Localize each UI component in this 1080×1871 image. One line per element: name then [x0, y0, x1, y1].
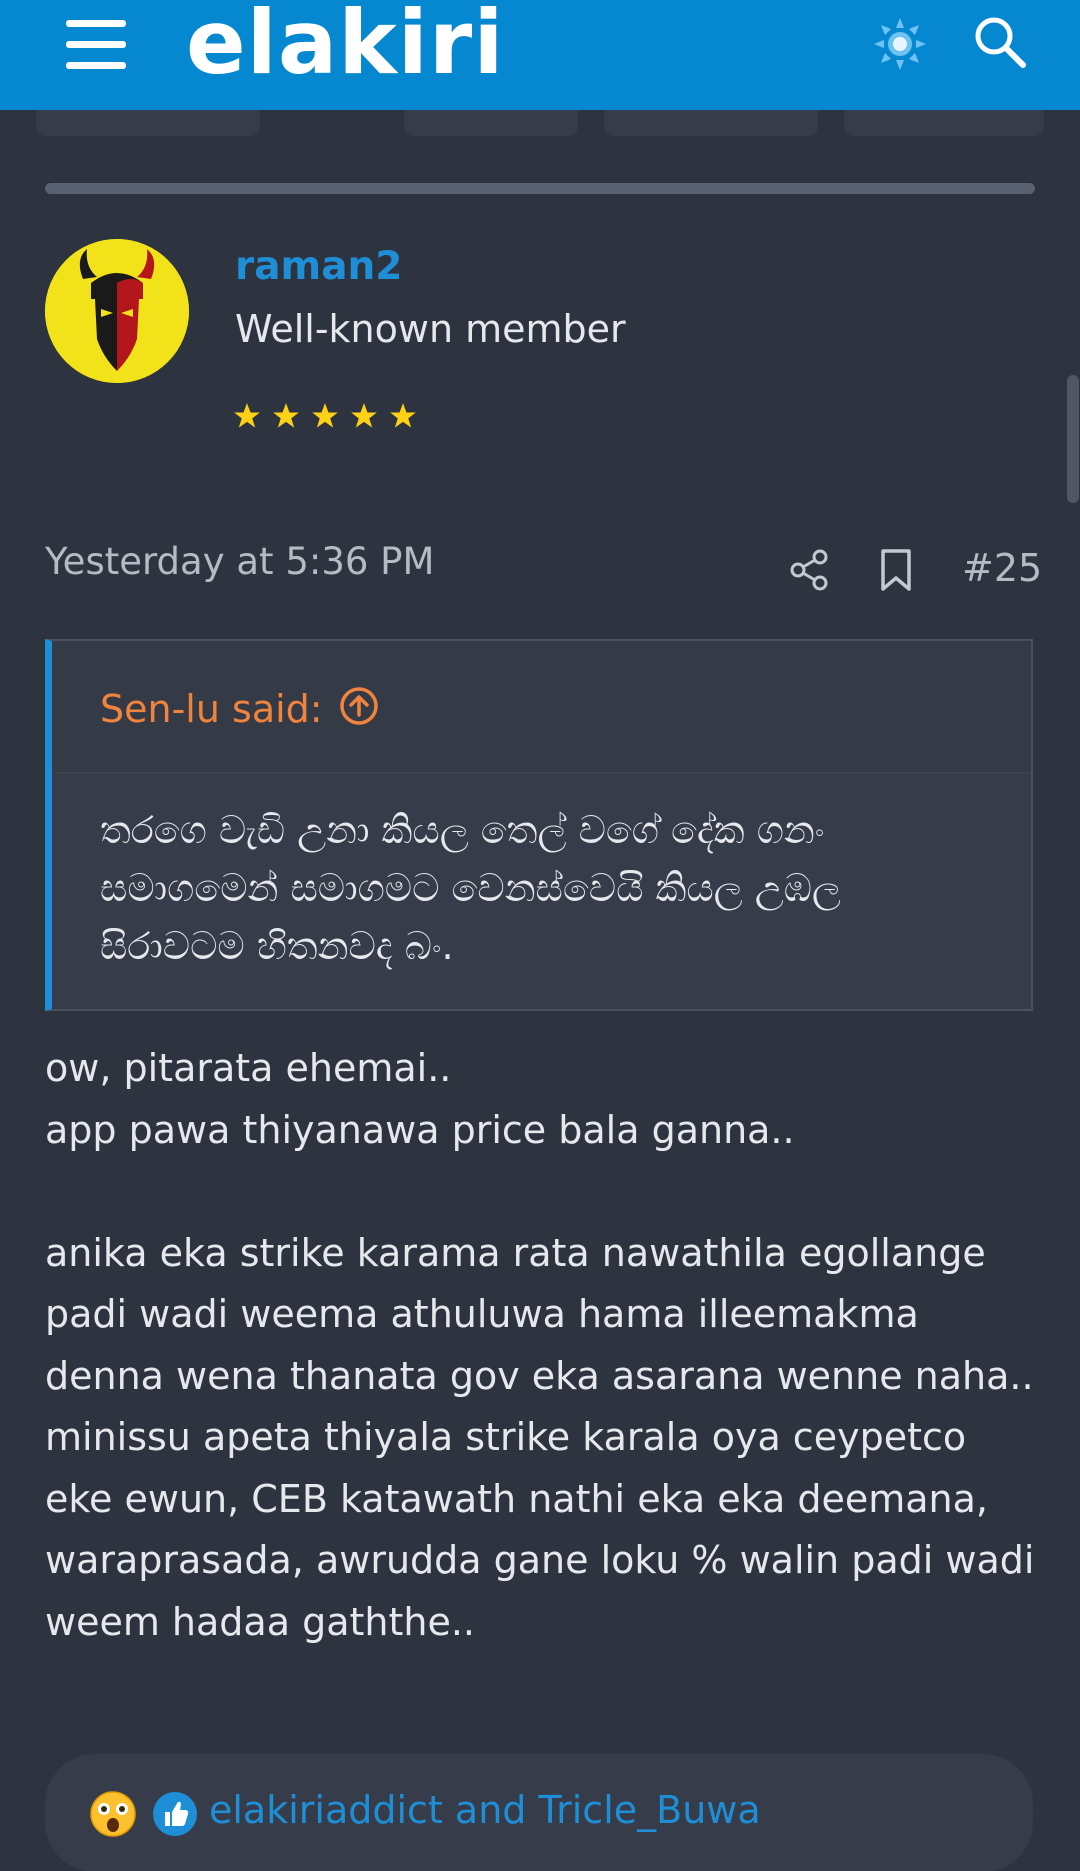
share-icon[interactable] — [788, 548, 832, 592]
post-text-line: ow, pitarata ehemai.. — [45, 1046, 452, 1090]
post-text-line: anika eka strike karama rata nawathila e… — [45, 1230, 1034, 1398]
username-link[interactable]: raman2 — [235, 244, 402, 289]
star-icon — [312, 403, 338, 428]
wow-emoji-icon — [90, 1791, 136, 1837]
post-divider — [45, 183, 1035, 194]
bookmark-icon[interactable] — [876, 548, 916, 592]
post-content: ow, pitarata ehemai.. app pawa thiyanawa… — [45, 1038, 1035, 1653]
quote-author-link[interactable]: Sen-lu said: — [100, 687, 323, 731]
star-icon — [273, 403, 299, 428]
quote-text: තරගෙ වැඩි උනා කියල තෙල් වගේ දේක ගනං සමාග… — [100, 808, 841, 968]
site-header: elakiri — [0, 0, 1080, 110]
post-timestamp[interactable]: Yesterday at 5:36 PM — [45, 540, 434, 583]
post-text-line: minissu apeta thiyala strike karala oya … — [45, 1415, 1035, 1644]
theme-toggle-icon[interactable] — [870, 14, 930, 74]
arrow-up-circle-icon[interactable] — [338, 685, 380, 727]
quote-header: Sen-lu said: — [52, 641, 1031, 773]
search-icon[interactable] — [970, 12, 1030, 72]
user-rating-stars — [233, 402, 417, 430]
reactions-bar[interactable]: elakiriaddict and Tricle_Buwa — [45, 1754, 1033, 1871]
star-icon — [351, 403, 377, 428]
quote-block: Sen-lu said: තරගෙ වැඩි උනා කියල තෙල් වගේ… — [45, 639, 1033, 1011]
like-thumb-icon — [153, 1792, 197, 1836]
scrollbar-thumb[interactable] — [1067, 375, 1079, 503]
reactors-link[interactable]: elakiriaddict and Tricle_Buwa — [209, 1788, 761, 1832]
star-icon — [390, 403, 416, 428]
star-icon — [234, 403, 260, 428]
avatar[interactable] — [45, 239, 189, 383]
site-logo[interactable]: elakiri — [186, 0, 504, 98]
user-title: Well-known member — [235, 307, 626, 351]
post-number-link[interactable]: #25 — [962, 546, 1042, 590]
post-text-line: app pawa thiyanawa price bala ganna.. — [45, 1107, 795, 1152]
thread-page: elakiri raman2 Well-known member Yesterd… — [0, 0, 1080, 1871]
menu-icon[interactable] — [66, 18, 126, 70]
